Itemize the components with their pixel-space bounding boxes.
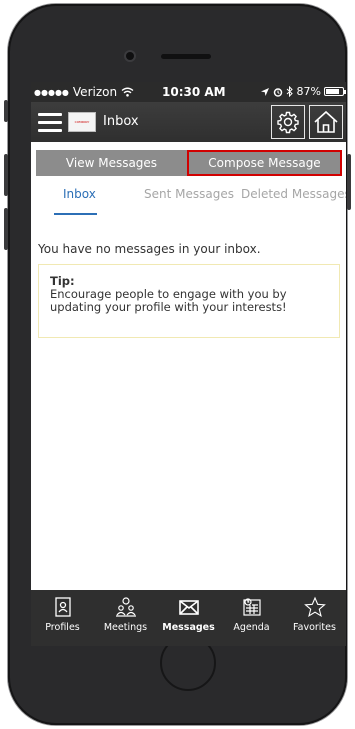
settings-button[interactable] bbox=[271, 105, 305, 139]
profile-icon bbox=[54, 597, 71, 617]
tip-box: Tip: Encourage people to engage with you… bbox=[38, 264, 340, 338]
tabbar-label-messages: Messages bbox=[162, 622, 215, 633]
tabbar-item-profiles[interactable]: Profiles bbox=[31, 590, 94, 646]
tabbar-label-profiles: Profiles bbox=[45, 622, 80, 633]
tabbar-item-agenda[interactable]: Agenda bbox=[220, 590, 283, 646]
message-mode-segment: View Messages Compose Message bbox=[36, 150, 342, 176]
bluetooth-icon bbox=[286, 86, 293, 97]
view-messages-button[interactable]: View Messages bbox=[36, 150, 187, 176]
tab-deleted-messages[interactable]: Deleted Messages bbox=[241, 187, 346, 201]
active-tab-indicator bbox=[54, 213, 97, 215]
mute-switch bbox=[4, 100, 8, 122]
tabbar-item-messages[interactable]: Messages bbox=[157, 590, 220, 646]
app-header: COMPANY Inbox bbox=[31, 102, 346, 142]
compose-message-button[interactable]: Compose Message bbox=[187, 150, 342, 176]
menu-icon[interactable] bbox=[38, 113, 62, 132]
tabbar-label-agenda: Agenda bbox=[233, 622, 270, 633]
tabbar-item-meetings[interactable]: Meetings bbox=[94, 590, 157, 646]
power-button bbox=[347, 154, 351, 210]
message-tabs: Inbox Sent Messages Deleted Messages bbox=[31, 187, 346, 213]
battery-percentage: 87% bbox=[296, 85, 321, 98]
tab-sent-messages[interactable]: Sent Messages bbox=[144, 187, 234, 201]
tabbar-item-favorites[interactable]: Favorites bbox=[283, 590, 346, 646]
home-button-app[interactable] bbox=[309, 105, 343, 139]
volume-up-button bbox=[4, 154, 8, 196]
house-icon bbox=[314, 110, 338, 133]
tip-text: Encourage people to engage with you by u… bbox=[50, 287, 287, 314]
star-icon bbox=[303, 596, 326, 617]
bottom-tab-bar: Profiles Meetings Messages Agenda Favori… bbox=[31, 590, 346, 646]
gear-icon bbox=[277, 111, 299, 134]
status-time: 10:30 AM bbox=[162, 85, 226, 99]
battery-icon bbox=[324, 87, 346, 96]
location-arrow-icon bbox=[260, 87, 269, 96]
wifi-icon bbox=[121, 87, 134, 97]
alarm-icon bbox=[273, 87, 282, 97]
status-bar: ●●●●● Verizon 10:30 AM 87% bbox=[31, 82, 346, 102]
signal-dots-icon: ●●●●● bbox=[34, 87, 69, 97]
page-title: Inbox bbox=[103, 114, 139, 129]
meetings-icon bbox=[115, 597, 136, 617]
earpiece-speaker bbox=[161, 54, 211, 59]
empty-inbox-message: You have no messages in your inbox. bbox=[38, 242, 261, 256]
volume-down-button bbox=[4, 208, 8, 250]
tab-inbox[interactable]: Inbox bbox=[63, 187, 96, 201]
app-screen: ●●●●● Verizon 10:30 AM 87% COMPANY Inbox… bbox=[31, 82, 346, 646]
tabbar-label-favorites: Favorites bbox=[293, 622, 336, 633]
envelope-icon bbox=[178, 600, 199, 615]
carrier-name: Verizon bbox=[72, 85, 118, 99]
front-camera bbox=[126, 52, 134, 60]
tabbar-label-meetings: Meetings bbox=[103, 622, 148, 633]
company-logo: COMPANY bbox=[68, 112, 96, 132]
calendar-icon bbox=[242, 598, 261, 616]
